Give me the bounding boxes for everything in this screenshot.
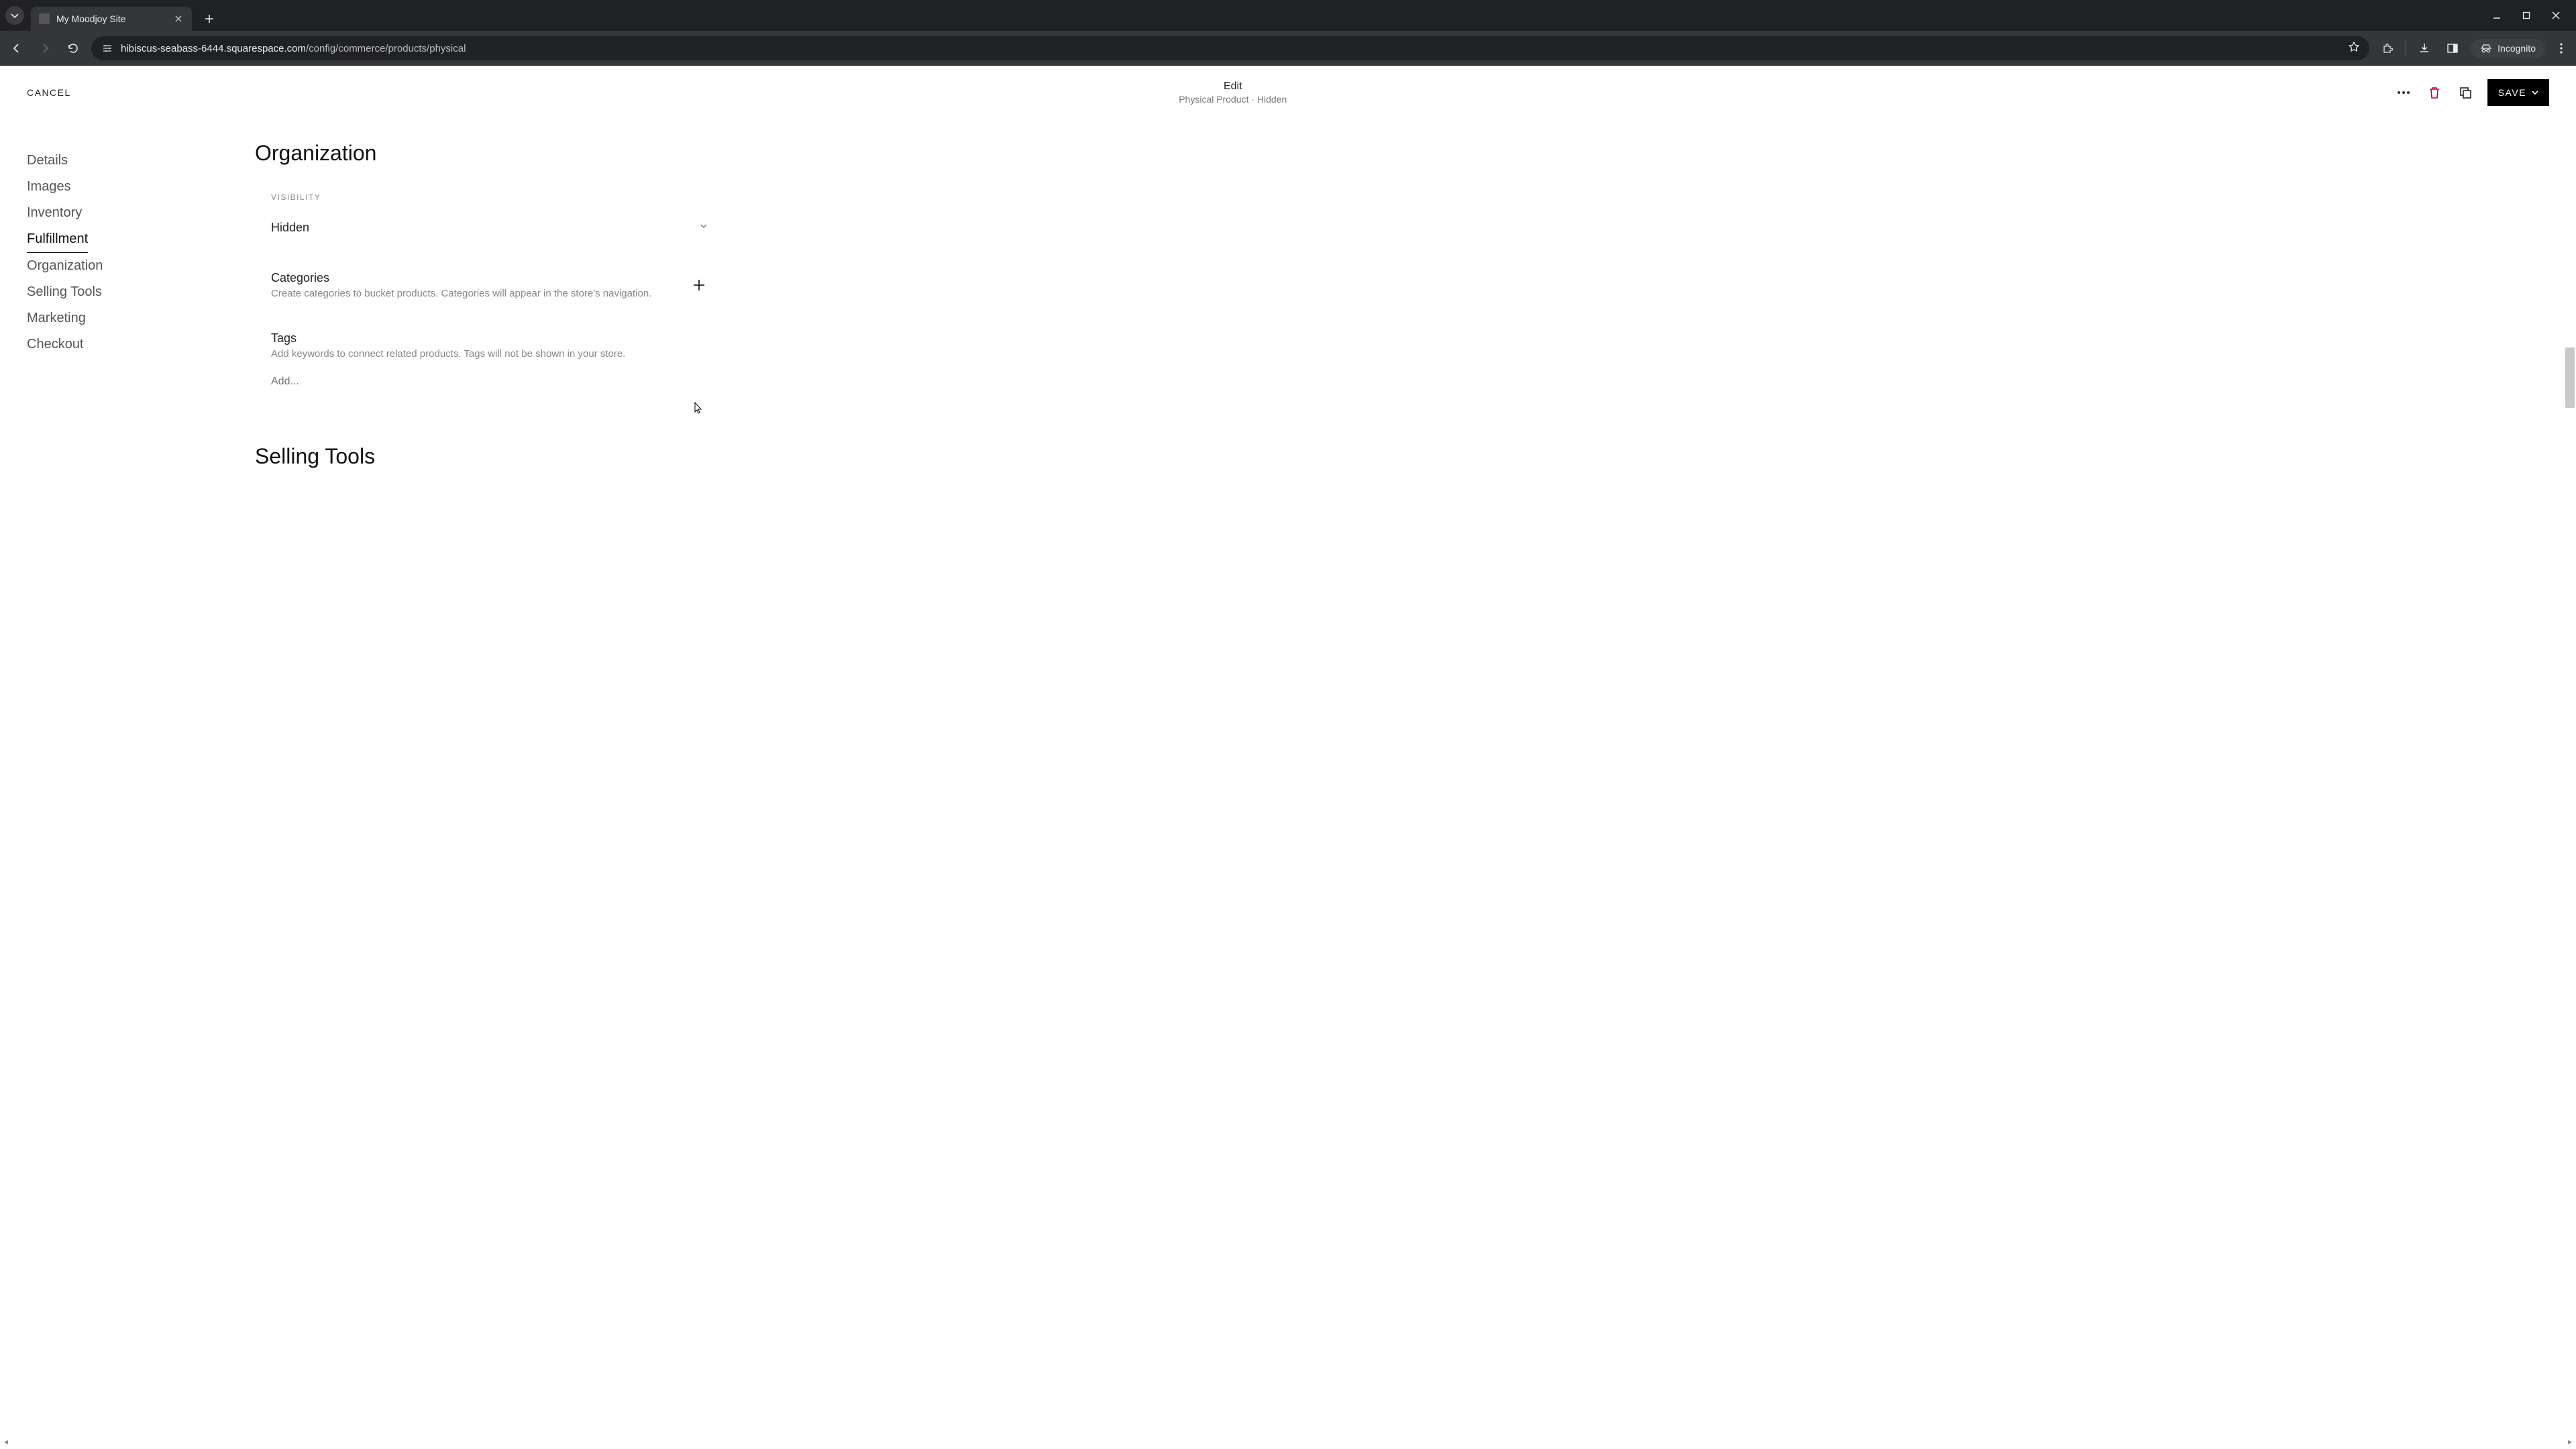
- tab-strip: My Moodjoy Site: [0, 0, 2576, 31]
- visibility-label: VISIBILITY: [271, 193, 708, 202]
- downloads-button[interactable]: [2414, 38, 2434, 58]
- close-icon: [2552, 11, 2560, 19]
- sidebar-nav: Details Images Inventory Fulfillment Org…: [27, 127, 215, 469]
- back-button[interactable]: [7, 38, 27, 58]
- minimize-icon: [2493, 11, 2501, 19]
- minimize-button[interactable]: [2490, 9, 2504, 22]
- close-window-button[interactable]: [2549, 9, 2563, 22]
- more-actions-button[interactable]: [2395, 84, 2412, 101]
- categories-desc: Create categories to bucket products. Ca…: [271, 288, 651, 299]
- vertical-scrollbar-thumb[interactable]: [2565, 347, 2575, 408]
- plus-icon: [692, 278, 706, 292]
- chevron-down-icon: [699, 221, 708, 234]
- panel-icon: [2447, 42, 2459, 54]
- incognito-label: Incognito: [2498, 43, 2536, 54]
- maximize-button[interactable]: [2520, 9, 2533, 22]
- delete-button[interactable]: [2426, 84, 2443, 101]
- sidebar-item-inventory[interactable]: Inventory: [27, 200, 215, 226]
- tags-section: Tags Add keywords to connect related pro…: [255, 315, 724, 404]
- tab-title: My Moodjoy Site: [56, 13, 166, 24]
- header-center: Edit Physical Product · Hidden: [71, 80, 2395, 105]
- download-icon: [2418, 42, 2430, 54]
- browser-toolbar: hibiscus-seabass-6444.squarespace.com/co…: [0, 31, 2576, 66]
- sidebar-item-selling-tools[interactable]: Selling Tools: [27, 279, 215, 305]
- header-actions: SAVE: [2395, 79, 2549, 106]
- sidebar-item-organization[interactable]: Organization: [27, 253, 215, 279]
- save-label: SAVE: [2498, 87, 2526, 98]
- incognito-icon: [2480, 44, 2492, 53]
- arrow-right-icon: [39, 42, 51, 54]
- side-panel-button[interactable]: [2443, 38, 2463, 58]
- horizontal-scroll-row: ◂ ▸: [4, 1437, 2572, 1446]
- sidebar-item-fulfillment[interactable]: Fulfillment: [27, 226, 88, 253]
- sidebar-item-images[interactable]: Images: [27, 174, 215, 200]
- maximize-icon: [2522, 11, 2530, 19]
- bookmark-button[interactable]: [2348, 41, 2360, 56]
- copy-icon: [2459, 86, 2472, 99]
- visibility-group: VISIBILITY Hidden: [255, 193, 724, 255]
- sidebar-item-checkout[interactable]: Checkout: [27, 331, 215, 358]
- section-title-selling-tools: Selling Tools: [255, 444, 724, 469]
- section-title-organization: Organization: [255, 141, 724, 166]
- window-controls: [2490, 9, 2563, 22]
- categories-title: Categories: [271, 271, 651, 285]
- categories-section: Categories Create categories to bucket p…: [255, 255, 724, 315]
- new-tab-button[interactable]: [200, 9, 219, 28]
- editor-header: CANCEL Edit Physical Product · Hidden SA…: [0, 66, 2576, 114]
- browser-chrome: My Moodjoy Site: [0, 0, 2576, 66]
- visibility-select[interactable]: Hidden: [271, 214, 708, 255]
- url-text: hibiscus-seabass-6444.squarespace.com/co…: [121, 43, 2341, 54]
- sidebar-item-details[interactable]: Details: [27, 148, 215, 174]
- incognito-indicator[interactable]: Incognito: [2471, 39, 2545, 58]
- extensions-button[interactable]: [2377, 38, 2398, 58]
- browser-menu-button[interactable]: [2553, 43, 2569, 54]
- save-button[interactable]: SAVE: [2487, 79, 2549, 106]
- scroll-left-arrow[interactable]: ◂: [4, 1437, 8, 1446]
- star-icon: [2348, 41, 2360, 53]
- tab-search-dropdown[interactable]: [5, 6, 24, 25]
- sidebar-item-marketing[interactable]: Marketing: [27, 305, 215, 331]
- main-panel: Organization VISIBILITY Hidden Categorie…: [255, 127, 724, 469]
- reload-icon: [67, 42, 79, 54]
- visibility-value: Hidden: [271, 221, 309, 235]
- tags-desc: Add keywords to connect related products…: [271, 348, 708, 360]
- scroll-right-arrow[interactable]: ▸: [2568, 1437, 2572, 1446]
- vertical-dots-icon: [2560, 43, 2563, 54]
- add-category-button[interactable]: [690, 276, 708, 294]
- puzzle-icon: [2381, 42, 2394, 54]
- forward-button[interactable]: [35, 38, 55, 58]
- chevron-down-icon: [11, 11, 19, 19]
- tags-title: Tags: [271, 331, 708, 345]
- plus-icon: [205, 14, 214, 23]
- close-icon: [175, 15, 182, 22]
- duplicate-button[interactable]: [2457, 84, 2474, 101]
- url-host: hibiscus-seabass-6444.squarespace.com: [121, 43, 306, 54]
- content-area: Details Images Inventory Fulfillment Org…: [0, 114, 2576, 482]
- favicon-icon: [39, 13, 50, 24]
- browser-tab[interactable]: My Moodjoy Site: [31, 7, 192, 31]
- horizontal-dots-icon: [2397, 91, 2410, 95]
- reload-button[interactable]: [63, 38, 83, 58]
- cancel-button[interactable]: CANCEL: [27, 87, 71, 98]
- address-bar[interactable]: hibiscus-seabass-6444.squarespace.com/co…: [91, 36, 2369, 60]
- page-title: Edit: [71, 80, 2395, 93]
- tab-close-button[interactable]: [173, 13, 184, 24]
- tags-input[interactable]: [271, 376, 708, 388]
- chevron-down-icon: [2532, 89, 2538, 96]
- tune-icon: [102, 43, 113, 54]
- trash-icon: [2428, 86, 2440, 99]
- url-path: /config/commerce/products/physical: [306, 43, 466, 54]
- site-info-button[interactable]: [101, 42, 114, 55]
- arrow-left-icon: [11, 42, 23, 54]
- page-subtitle: Physical Product · Hidden: [71, 94, 2395, 105]
- page-body: CANCEL Edit Physical Product · Hidden SA…: [0, 66, 2576, 1449]
